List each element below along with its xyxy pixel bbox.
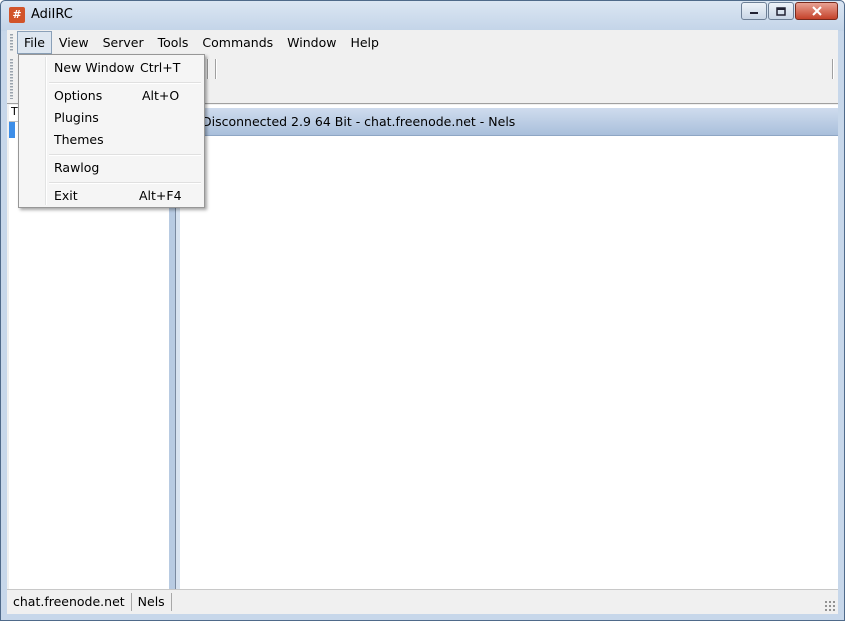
menu-item-shortcut: Alt+O (142, 88, 180, 103)
status-bar: chat.freenode.net Nels (7, 589, 838, 614)
maximize-icon (776, 6, 786, 16)
menu-tools[interactable]: Tools (151, 31, 196, 54)
resize-grip-icon[interactable] (824, 600, 836, 612)
toolbar-separator (207, 59, 209, 79)
menu-window[interactable]: Window (280, 31, 343, 54)
menu-item-exit[interactable]: Exit Alt+F4 (21, 185, 202, 207)
maximize-button[interactable] (768, 2, 794, 20)
toolbar-separator (215, 59, 217, 79)
menu-separator (49, 82, 201, 84)
menu-item-label: Themes (54, 132, 104, 147)
minimize-button[interactable] (741, 2, 767, 20)
toolbar-grip[interactable] (10, 59, 13, 99)
menu-item-label: Rawlog (54, 160, 100, 175)
menu-commands[interactable]: Commands (195, 31, 280, 54)
close-icon (811, 6, 822, 16)
menu-item-rawlog[interactable]: Rawlog (21, 157, 202, 179)
status-server: chat.freenode.net (7, 593, 132, 611)
minimize-icon (750, 12, 758, 14)
toolbar-separator (832, 59, 834, 79)
tree-selected-item[interactable] (9, 122, 15, 138)
menu-item-new-window[interactable]: New Window Ctrl+T (21, 57, 202, 79)
menu-item-plugins[interactable]: Plugins (21, 107, 202, 129)
menu-file[interactable]: File (17, 31, 52, 54)
menu-item-options[interactable]: Options Alt+O (21, 85, 202, 107)
menu-separator (49, 182, 201, 184)
menu-item-label: Options (54, 88, 103, 103)
menu-item-label: Exit (54, 188, 78, 203)
menu-item-shortcut: Ctrl+T (140, 60, 181, 75)
menu-item-themes[interactable]: Themes (21, 129, 202, 151)
title-bar[interactable]: # AdiIRC (1, 1, 844, 31)
menu-server[interactable]: Server (96, 31, 151, 54)
menu-separator (49, 154, 201, 156)
window-title: AdiIRC (31, 7, 73, 22)
topic-bar: Disconnected 2.9 64 Bit - chat.freenode.… (176, 108, 838, 136)
app-window: # AdiIRC File View Server Tools Commands… (0, 0, 845, 621)
chat-pane[interactable]: Disconnected 2.9 64 Bit - chat.freenode.… (175, 105, 838, 590)
menu-item-label: Plugins (54, 110, 99, 125)
adiirc-app-icon[interactable]: # (9, 7, 25, 23)
menu-view[interactable]: View (52, 31, 96, 54)
status-nick: Nels (132, 593, 172, 611)
topic-text: Disconnected 2.9 64 Bit - chat.freenode.… (202, 114, 516, 129)
menu-item-shortcut: Alt+F4 (139, 188, 182, 203)
file-menu-dropdown: New Window Ctrl+T Options Alt+O Plugins … (18, 54, 205, 208)
menu-item-label: New Window (54, 60, 135, 75)
menu-bar: File View Server Tools Commands Window H… (7, 30, 838, 55)
close-button[interactable] (795, 2, 838, 20)
menu-help[interactable]: Help (343, 31, 386, 54)
menubar-grip[interactable] (10, 34, 13, 52)
window-controls (740, 2, 838, 22)
